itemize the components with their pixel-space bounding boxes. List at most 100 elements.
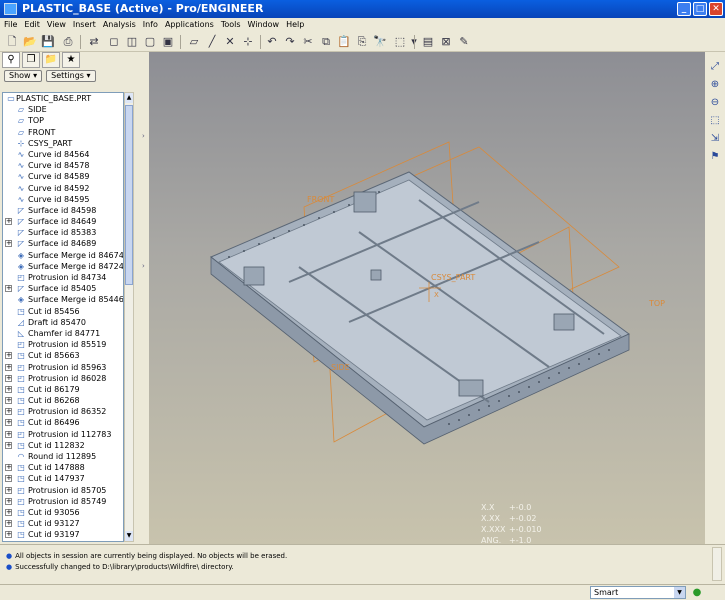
tree-item[interactable]: + ◰ Protrusion id 86028 [3,373,123,384]
orient-icon[interactable]: ⇲ [708,132,722,146]
tree-item[interactable]: ∿ Curve id 84592 [3,183,123,194]
repaint-icon[interactable]: ⬚ [708,114,722,128]
expand-icon[interactable]: + [5,397,12,405]
wireframe-icon[interactable]: ◻ [106,34,122,50]
tree-item[interactable]: + ◳ Cut id 112832 [3,440,123,451]
expand-icon[interactable]: + [5,385,12,393]
tree-item[interactable]: + ◳ Cut id 93127 [3,518,123,529]
message-scrollbar[interactable] [712,547,722,581]
datum-points-icon[interactable]: ✕ [222,34,238,50]
scroll-thumb[interactable] [125,105,133,285]
menu-help[interactable]: Help [286,18,304,32]
tree-item[interactable]: + ◳ Cut id 86496 [3,417,123,428]
tree-item[interactable]: ▱ TOP [3,115,123,126]
menu-file[interactable]: File [4,18,17,32]
copy-icon[interactable]: ⧉ [318,34,334,50]
menu-view[interactable]: View [47,18,66,32]
save-icon[interactable]: 💾 [40,34,56,50]
tree-root[interactable]: ▭ PLASTIC_BASE.PRT [3,93,123,104]
tree-item[interactable]: + ◳ Cut id 147888 [3,462,123,473]
expand-icon[interactable]: + [5,218,12,226]
show-dropdown-button[interactable]: Show ▾ [4,70,43,82]
open-file-icon[interactable]: 📂 [22,34,38,50]
zoom-out-icon[interactable]: ⊖ [708,96,722,110]
tree-item[interactable]: + ◰ Protrusion id 112783 [3,429,123,440]
no-hidden-icon[interactable]: ▢ [142,34,158,50]
tree-scrollbar[interactable]: ▲ ▼ [124,92,134,542]
tree-item[interactable]: ◠ Round id 112895 [3,451,123,462]
expand-icon[interactable]: + [5,240,12,248]
expand-icon[interactable]: + [5,352,12,360]
tree-item[interactable]: + ◳ Cut id 86179 [3,384,123,395]
tree-item[interactable]: + ◰ Protrusion id 85963 [3,362,123,373]
panel-sash[interactable]: › › [141,52,149,544]
tree-item[interactable]: + ◸ Surface id 84689 [3,238,123,249]
selection-filter-select[interactable]: Smart ▼ [590,586,686,599]
chevron-down-icon[interactable]: ▼ [674,587,685,598]
tree-item[interactable]: ∿ Curve id 84564 [3,149,123,160]
window-activate-icon[interactable]: ▤ [420,34,436,50]
expand-icon[interactable]: + [5,464,12,472]
tree-item[interactable]: ▱ SIDE [3,104,123,115]
tree-item[interactable]: ◸ Surface id 85383 [3,227,123,238]
tree-item[interactable]: ◈ Surface Merge id 85446 [3,294,123,305]
datum-axes-icon[interactable]: ╱ [204,34,220,50]
tree-item[interactable]: + ◰ Protrusion id 85749 [3,496,123,507]
expand-icon[interactable]: + [5,486,12,494]
expand-icon[interactable]: + [5,531,12,539]
tree-item[interactable]: + ◳ Cut id 93056 [3,507,123,518]
tree-item[interactable]: + ◳ Cut id 85663 [3,350,123,361]
csys-display-icon[interactable]: ⊹ [240,34,256,50]
tree-item[interactable]: ◳ Cut id 85456 [3,306,123,317]
tree-item[interactable]: + ◳ Cut id 86268 [3,395,123,406]
refit-icon[interactable]: ⤢ [708,60,722,74]
find-icon[interactable]: 🔭 [372,34,388,50]
close-window-icon[interactable]: ⊠ [438,34,454,50]
tree-item[interactable]: ∿ Curve id 84595 [3,194,123,205]
tree-item[interactable]: ◰ Protrusion id 85519 [3,339,123,350]
close-button[interactable]: ✕ [709,2,723,16]
menu-tools[interactable]: Tools [221,18,241,32]
tree-item[interactable]: ∿ Curve id 84589 [3,171,123,182]
expand-icon[interactable]: + [5,374,12,382]
cut-icon[interactable]: ✂ [300,34,316,50]
layer-tree-tab[interactable]: ❐ [22,52,40,68]
tree-item[interactable]: ⊹ CSYS_PART [3,138,123,149]
regenerate-icon[interactable]: ⇄ [86,34,102,50]
paste-icon[interactable]: 📋 [336,34,352,50]
tree-item[interactable]: ∿ Curve id 84578 [3,160,123,171]
tree-item[interactable]: ◸ Surface id 84598 [3,205,123,216]
scroll-down-icon[interactable]: ▼ [125,531,133,541]
zoom-in-icon[interactable]: ⊕ [708,78,722,92]
menu-insert[interactable]: Insert [73,18,96,32]
expand-icon[interactable]: + [5,363,12,371]
context-help-icon[interactable]: ✎ [456,34,472,50]
shading-icon[interactable]: ▣ [160,34,176,50]
tree-item[interactable]: + ◸ Surface id 85405 [3,283,123,294]
graphics-window[interactable]: FRONT TOP SIDE CSYS_PART X X.X +-0.0 X.X… [149,52,705,544]
expand-icon[interactable]: + [5,508,12,516]
new-file-icon[interactable]: 🗋 [4,34,20,50]
favorites-tab[interactable]: ★ [62,52,80,68]
redo-icon[interactable]: ↷ [282,34,298,50]
tree-item[interactable]: ▱ FRONT [3,127,123,138]
hidden-line-icon[interactable]: ◫ [124,34,140,50]
menu-info[interactable]: Info [143,18,158,32]
menu-applications[interactable]: Applications [165,18,214,32]
expand-icon[interactable]: + [5,475,12,483]
menu-edit[interactable]: Edit [24,18,40,32]
scroll-up-icon[interactable]: ▲ [125,93,133,103]
expand-icon[interactable]: + [5,441,12,449]
saved-views-icon[interactable]: ⚑ [708,150,722,164]
tree-item[interactable]: + ◳ Cut id 93197 [3,529,123,540]
tree-item[interactable]: + ◳ Cut id 147937 [3,473,123,484]
tree-item[interactable]: + ◰ Protrusion id 86352 [3,406,123,417]
expand-icon[interactable]: + [5,497,12,505]
tree-item[interactable]: ◈ Surface Merge id 84724 [3,261,123,272]
expand-icon[interactable]: + [5,408,12,416]
menu-window[interactable]: Window [248,18,280,32]
model-tree-tab[interactable]: ⚲ [2,52,20,68]
datum-planes-icon[interactable]: ▱ [186,34,202,50]
maximize-button[interactable]: □ [693,2,707,16]
undo-icon[interactable]: ↶ [264,34,280,50]
